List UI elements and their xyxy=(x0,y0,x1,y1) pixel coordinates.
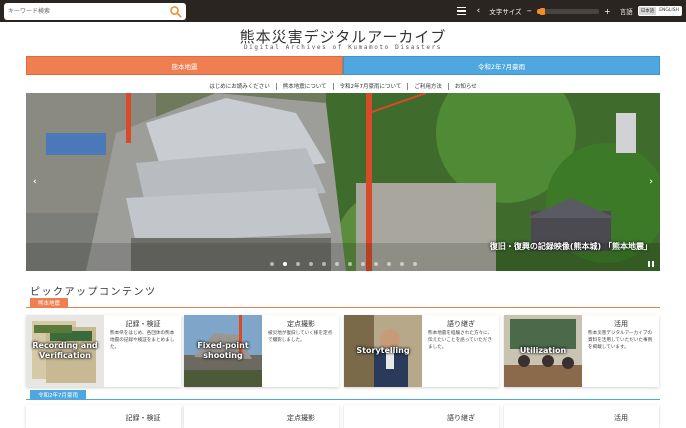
card-description: 熊本災害デジタルアーカイブの資料を活用していただいた事例を掲載しています。 xyxy=(588,331,653,350)
nav-item-about-heavy-rain[interactable]: 令和2年7月豪雨について xyxy=(340,82,402,90)
card-overlay-title: Fixed-point shooting xyxy=(197,341,249,360)
font-size-plus-button[interactable]: + xyxy=(604,7,611,16)
card-description: 熊本地震を経験された方々に、伝えたいことを語っていただきました。 xyxy=(428,331,493,350)
pickup-card-reiwa-recording[interactable]: 記録・検証 xyxy=(26,405,181,428)
font-size-label: 文字サイズ xyxy=(489,8,522,16)
language-switch: 日本語 ENGLISH xyxy=(637,6,682,16)
pickup-card-recording[interactable]: Recording and Verification 記録・検証 熊本県をはじめ… xyxy=(26,315,181,387)
card-thumbnail: Utilization xyxy=(504,315,582,387)
hero-pagination-dot[interactable] xyxy=(334,262,339,266)
hero-pagination-dot[interactable] xyxy=(360,262,365,266)
card-title: 定点撮影 xyxy=(287,320,315,328)
menu-icon[interactable] xyxy=(456,7,466,15)
pickup-card-reiwa-storytelling[interactable]: 語り継ぎ xyxy=(344,405,499,428)
category-divider xyxy=(26,398,660,400)
pickup-card-reiwa-utilization[interactable]: 活用 xyxy=(504,405,659,428)
nav-item-read-first[interactable]: はじめにお読みください xyxy=(209,82,270,90)
hero-pagination-dot[interactable] xyxy=(386,262,391,266)
card-thumbnail: Storytelling xyxy=(344,315,422,387)
category-divider xyxy=(26,306,660,308)
hero-pagination-dot[interactable] xyxy=(373,262,378,266)
category-bar-kumamoto: 熊本地震 xyxy=(26,298,660,308)
language-label: 言語 xyxy=(619,8,633,16)
font-size-slider[interactable] xyxy=(537,7,600,15)
hero-next-icon[interactable]: › xyxy=(649,177,653,187)
prev-icon[interactable]: ‹ xyxy=(477,6,481,16)
search-icon[interactable] xyxy=(169,5,182,18)
nav-item-news[interactable]: お知らせ xyxy=(455,82,477,90)
hero-pagination-dot[interactable] xyxy=(412,262,417,266)
nav-divider xyxy=(275,82,277,90)
hero-pagination-dot[interactable] xyxy=(282,262,287,266)
hero-caption[interactable]: 復旧・復興の記録映像(熊本城) 「熊本地震」 xyxy=(490,241,652,252)
card-thumbnail: Fixed-point shooting xyxy=(184,315,262,387)
pause-icon[interactable] xyxy=(648,261,654,267)
font-size-slider-knob[interactable] xyxy=(539,7,545,15)
pickup-title: ピックアップコンテンツ xyxy=(30,287,157,298)
hero-pagination-dot[interactable] xyxy=(399,262,404,266)
pickup-card-fixed-point[interactable]: Fixed-point shooting 定点撮影 被災地が復旧していく様を定点… xyxy=(184,315,339,387)
card-title: 語り継ぎ xyxy=(447,414,475,422)
nav-item-how-to-use[interactable]: ご利用方法 xyxy=(414,82,442,90)
card-thumbnail: Recording and Verification xyxy=(26,315,104,387)
card-overlay-title: Utilization xyxy=(519,346,567,355)
card-description: 熊本県をはじめ、各団体の熊本地震の記録や検証をまとめました。 xyxy=(110,331,175,350)
card-title: 語り継ぎ xyxy=(447,320,475,328)
card-title: 記録・検証 xyxy=(125,414,161,422)
pickup-card-utilization[interactable]: Utilization 活用 熊本災害デジタルアーカイブの資料を活用していただい… xyxy=(504,315,659,387)
nav-item-about-earthquake[interactable]: 熊本地震について xyxy=(283,82,327,90)
font-size-minus-button[interactable]: − xyxy=(527,7,532,15)
hero-pagination-dot[interactable] xyxy=(321,262,326,266)
site-subtitle: Digital Archives of Kumamoto Disasters xyxy=(243,44,443,51)
nav-divider xyxy=(407,82,409,90)
lang-option-english[interactable]: ENGLISH xyxy=(657,7,681,15)
hero-pagination-dot[interactable] xyxy=(308,262,313,266)
card-description: 被災地が復旧していく様を定点で撮影しました。 xyxy=(268,331,333,343)
card-overlay-title: Recording and Verification xyxy=(32,341,98,360)
search-box xyxy=(4,3,186,20)
nav-divider xyxy=(447,82,449,90)
hero-slider[interactable]: ‹ › 復旧・復興の記録映像(熊本城) 「熊本地震」 xyxy=(26,93,660,271)
hero-prev-icon[interactable]: ‹ xyxy=(33,177,37,187)
tab-reiwa-heavy-rain[interactable]: 令和2年7月豪雨 xyxy=(343,56,660,75)
hero-pagination-dot[interactable] xyxy=(347,262,352,266)
category-bar-reiwa: 令和2年7月豪雨 xyxy=(26,390,660,400)
tab-kumamoto-earthquake[interactable]: 熊本地震 xyxy=(26,56,343,75)
search-input[interactable] xyxy=(8,5,158,18)
pickup-card-storytelling[interactable]: Storytelling 語り継ぎ 熊本地震を経験された方々に、伝えたいことを語… xyxy=(344,315,499,387)
card-title: 記録・検証 xyxy=(125,320,161,328)
top-bar: ‹ 文字サイズ − + 言語 日本語 ENGLISH xyxy=(0,0,686,22)
hero-pagination-dot[interactable] xyxy=(295,262,300,266)
card-title: 活用 xyxy=(614,320,628,328)
card-title: 活用 xyxy=(614,414,628,422)
pickup-card-reiwa-fixed-point[interactable]: 定点撮影 xyxy=(184,405,339,428)
lang-option-japanese[interactable]: 日本語 xyxy=(638,7,657,15)
card-title: 定点撮影 xyxy=(287,414,315,422)
card-overlay-title: Storytelling xyxy=(356,346,410,355)
hero-pagination xyxy=(26,262,660,266)
sub-navigation: はじめにお読みください 熊本地震について 令和2年7月豪雨について ご利用方法 … xyxy=(0,82,686,90)
nav-divider xyxy=(332,82,334,90)
hero-pagination-dot[interactable] xyxy=(269,262,274,266)
